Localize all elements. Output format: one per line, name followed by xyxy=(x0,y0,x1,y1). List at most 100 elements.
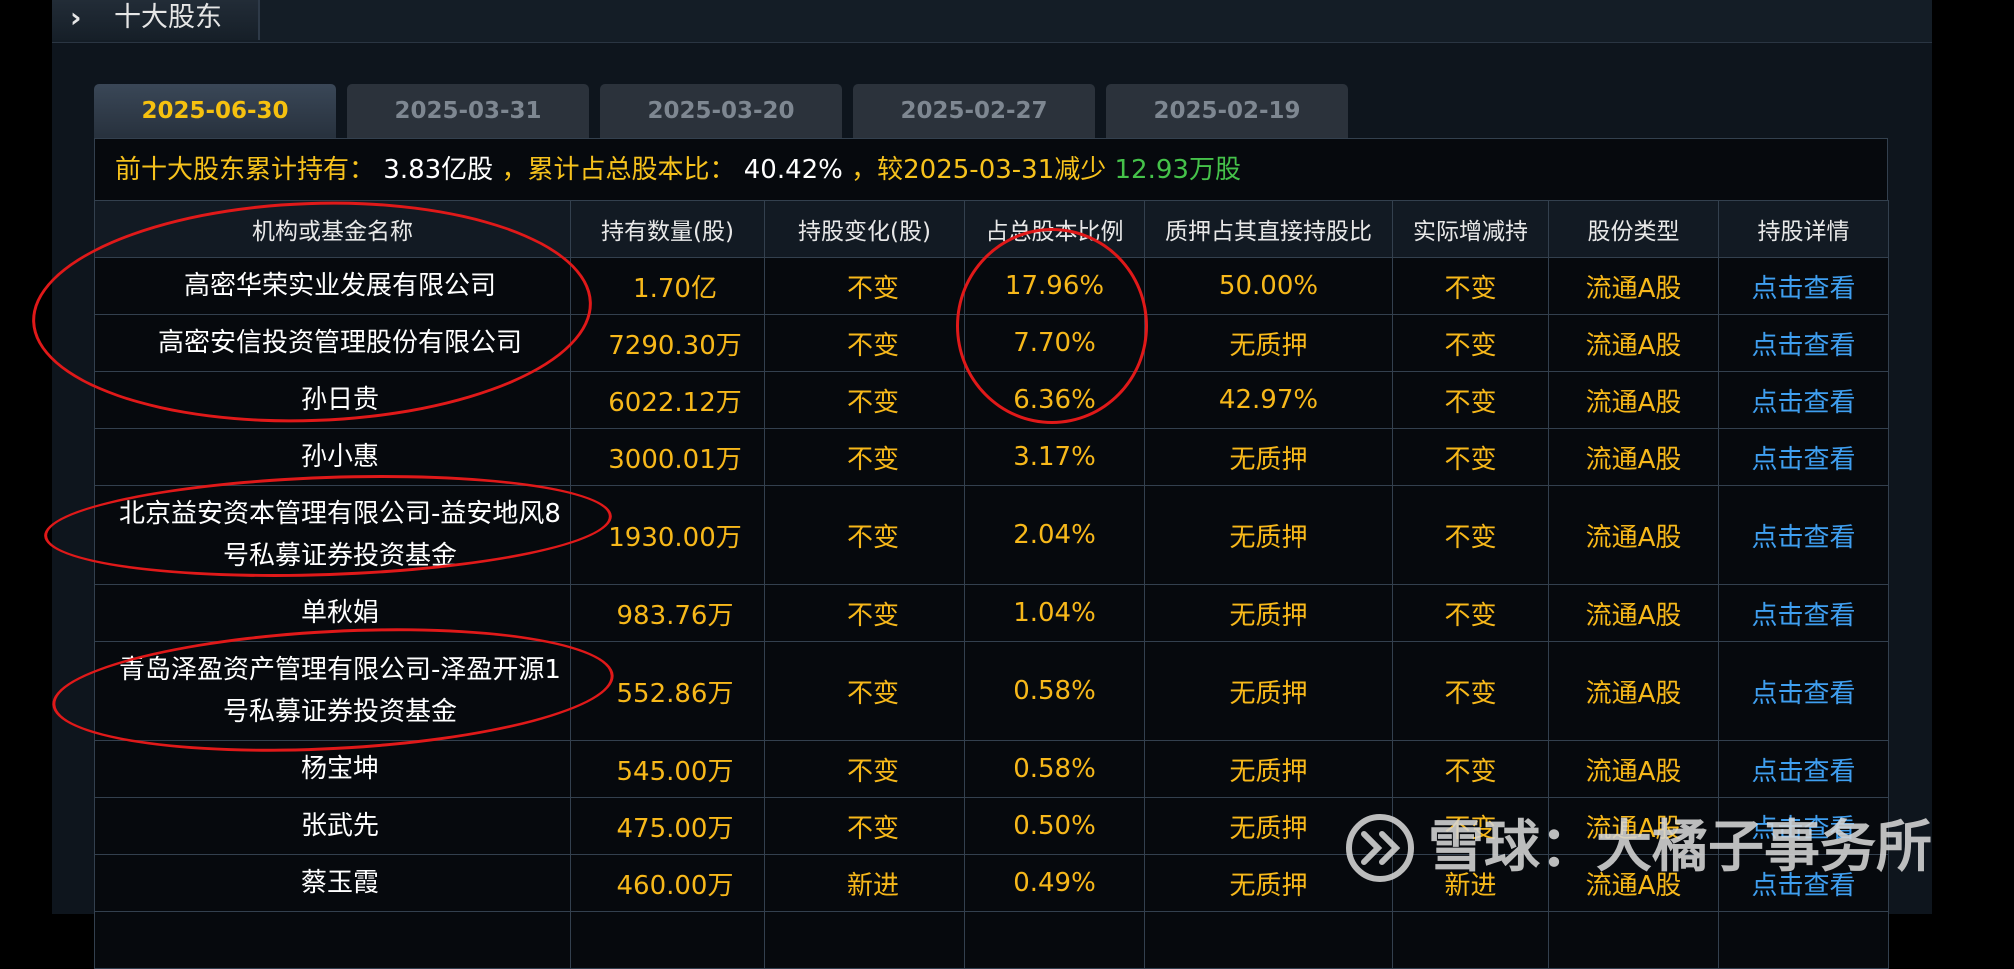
table-cell-empty xyxy=(1144,911,1393,969)
actual-change: 不变 xyxy=(1392,314,1549,372)
table-row: 张武先 475.00万 不变 0.50% 无质押 不变 流通A股 点击查看 xyxy=(94,797,1889,855)
holder-name: 青岛泽盈资产管理有限公司-泽盈开源1号私募证券投资基金 xyxy=(94,641,571,741)
share-type: 流通A股 xyxy=(1548,584,1719,642)
holder-name: 蔡玉霞 xyxy=(94,854,571,912)
holder-name: 杨宝坤 xyxy=(94,740,571,798)
holder-name: 张武先 xyxy=(94,797,571,855)
holding-quantity: 552.86万 xyxy=(570,641,765,741)
share-type: 流通A股 xyxy=(1548,641,1719,741)
column-header[interactable]: 实际增减持 xyxy=(1392,200,1549,258)
view-details-link[interactable]: 点击查看 xyxy=(1718,314,1889,372)
holding-change: 不变 xyxy=(764,641,965,741)
table-row: 杨宝坤 545.00万 不变 0.58% 无质押 不变 流通A股 点击查看 xyxy=(94,740,1889,798)
view-details-link[interactable]: 点击查看 xyxy=(1718,428,1889,486)
tab-date-2[interactable]: 2025-03-31 xyxy=(347,84,589,138)
view-details-link[interactable]: 点击查看 xyxy=(1718,485,1889,585)
tab-date-1[interactable]: 2025-06-30 xyxy=(94,84,336,138)
table-cell-empty xyxy=(570,911,765,969)
holding-change: 不变 xyxy=(764,257,965,315)
view-details-link[interactable]: 点击查看 xyxy=(1718,854,1889,912)
holder-name: 北京益安资本管理有限公司-益安地风8号私募证券投资基金 xyxy=(94,485,571,585)
share-type: 流通A股 xyxy=(1548,371,1719,429)
share-type: 流通A股 xyxy=(1548,854,1719,912)
actual-change: 不变 xyxy=(1392,257,1549,315)
table-row: 高密华荣实业发展有限公司 1.70亿 不变 17.96% 50.00% 不变 流… xyxy=(94,257,1889,315)
holding-change: 不变 xyxy=(764,428,965,486)
summary-compare-label: ，较2025-03-31减少 xyxy=(851,155,1107,185)
view-details-link[interactable]: 点击查看 xyxy=(1718,257,1889,315)
column-header[interactable]: 持股变化(股) xyxy=(764,200,965,258)
holding-change: 不变 xyxy=(764,485,965,585)
tab-date-5[interactable]: 2025-02-19 xyxy=(1106,84,1348,138)
table-row: 孙小惠 3000.01万 不变 3.17% 无质押 不变 流通A股 点击查看 xyxy=(94,428,1889,486)
holder-name: 高密华荣实业发展有限公司 xyxy=(94,257,571,315)
panel-title: 十大股东 xyxy=(114,2,222,33)
table-row: 孙日贵 6022.12万 不变 6.36% 42.97% 不变 流通A股 点击查… xyxy=(94,371,1889,429)
holders-table: 机构或基金名称 持有数量(股) 持股变化(股) 占总股本比例 质押占其直接持股比… xyxy=(94,200,1889,969)
holding-change: 新进 xyxy=(764,854,965,912)
pledge-ratio: 无质押 xyxy=(1144,797,1393,855)
holding-change: 不变 xyxy=(764,584,965,642)
actual-change: 不变 xyxy=(1392,428,1549,486)
actual-change: 不变 xyxy=(1392,485,1549,585)
share-ratio: 3.17% xyxy=(964,428,1145,486)
tab-date-4[interactable]: 2025-02-27 xyxy=(853,84,1095,138)
table-cell-empty xyxy=(964,911,1145,969)
view-details-link[interactable]: 点击查看 xyxy=(1718,740,1889,798)
column-header[interactable]: 质押占其直接持股比 xyxy=(1144,200,1393,258)
top-ten-holders-panel: › 十大股东 2025-06-30 2025-03-31 2025-03-20 … xyxy=(52,0,1932,969)
share-ratio: 17.96% xyxy=(964,257,1145,315)
holding-summary: 前十大股东累计持有： 3.83亿股 ，累计占总股本比： 40.42% ，较202… xyxy=(94,138,1888,200)
holding-quantity: 1.70亿 xyxy=(570,257,765,315)
summary-change: 12.93万股 xyxy=(1114,155,1241,185)
pledge-ratio: 无质押 xyxy=(1144,314,1393,372)
tab-date-3[interactable]: 2025-03-20 xyxy=(600,84,842,138)
panel-title-tab[interactable]: › 十大股东 xyxy=(52,0,260,40)
share-ratio: 0.49% xyxy=(964,854,1145,912)
table-row-partial xyxy=(94,911,1889,969)
column-header[interactable]: 机构或基金名称 xyxy=(94,200,571,258)
table-header-row: 机构或基金名称 持有数量(股) 持股变化(股) 占总股本比例 质押占其直接持股比… xyxy=(94,200,1889,258)
share-ratio: 7.70% xyxy=(964,314,1145,372)
view-details-link[interactable]: 点击查看 xyxy=(1718,371,1889,429)
table-cell-empty xyxy=(94,911,571,969)
share-type: 流通A股 xyxy=(1548,428,1719,486)
holder-name: 孙小惠 xyxy=(94,428,571,486)
table-cell-empty xyxy=(1548,911,1719,969)
pledge-ratio: 50.00% xyxy=(1144,257,1393,315)
holding-change: 不变 xyxy=(764,797,965,855)
share-type: 流通A股 xyxy=(1548,797,1719,855)
holding-change: 不变 xyxy=(764,740,965,798)
holder-name: 孙日贵 xyxy=(94,371,571,429)
view-details-link[interactable]: 点击查看 xyxy=(1718,641,1889,741)
holding-quantity: 3000.01万 xyxy=(570,428,765,486)
actual-change: 不变 xyxy=(1392,371,1549,429)
holding-change: 不变 xyxy=(764,371,965,429)
table-cell-empty xyxy=(1392,911,1549,969)
column-header[interactable]: 占总股本比例 xyxy=(964,200,1145,258)
pledge-ratio: 无质押 xyxy=(1144,584,1393,642)
column-header[interactable]: 持有数量(股) xyxy=(570,200,765,258)
table-row: 北京益安资本管理有限公司-益安地风8号私募证券投资基金 1930.00万 不变 … xyxy=(94,485,1889,585)
share-type: 流通A股 xyxy=(1548,257,1719,315)
table-cell-empty xyxy=(764,911,965,969)
table-row: 青岛泽盈资产管理有限公司-泽盈开源1号私募证券投资基金 552.86万 不变 0… xyxy=(94,641,1889,741)
column-header[interactable]: 股份类型 xyxy=(1548,200,1719,258)
share-ratio: 0.50% xyxy=(964,797,1145,855)
holding-change: 不变 xyxy=(764,314,965,372)
share-ratio: 1.04% xyxy=(964,584,1145,642)
actual-change: 不变 xyxy=(1392,740,1549,798)
view-details-link[interactable]: 点击查看 xyxy=(1718,584,1889,642)
holder-name: 单秋娟 xyxy=(94,584,571,642)
pledge-ratio: 无质押 xyxy=(1144,854,1393,912)
view-details-link[interactable]: 点击查看 xyxy=(1718,797,1889,855)
holding-quantity: 6022.12万 xyxy=(570,371,765,429)
table-row: 高密安信投资管理股份有限公司 7290.30万 不变 7.70% 无质押 不变 … xyxy=(94,314,1889,372)
pledge-ratio: 42.97% xyxy=(1144,371,1393,429)
holding-quantity: 460.00万 xyxy=(570,854,765,912)
panel-header: › 十大股东 xyxy=(52,0,1932,43)
holding-quantity: 545.00万 xyxy=(570,740,765,798)
summary-prefix: 前十大股东累计持有： xyxy=(115,155,376,185)
summary-ratio-label: ，累计占总股本比： xyxy=(501,155,736,185)
column-header[interactable]: 持股详情 xyxy=(1718,200,1889,258)
